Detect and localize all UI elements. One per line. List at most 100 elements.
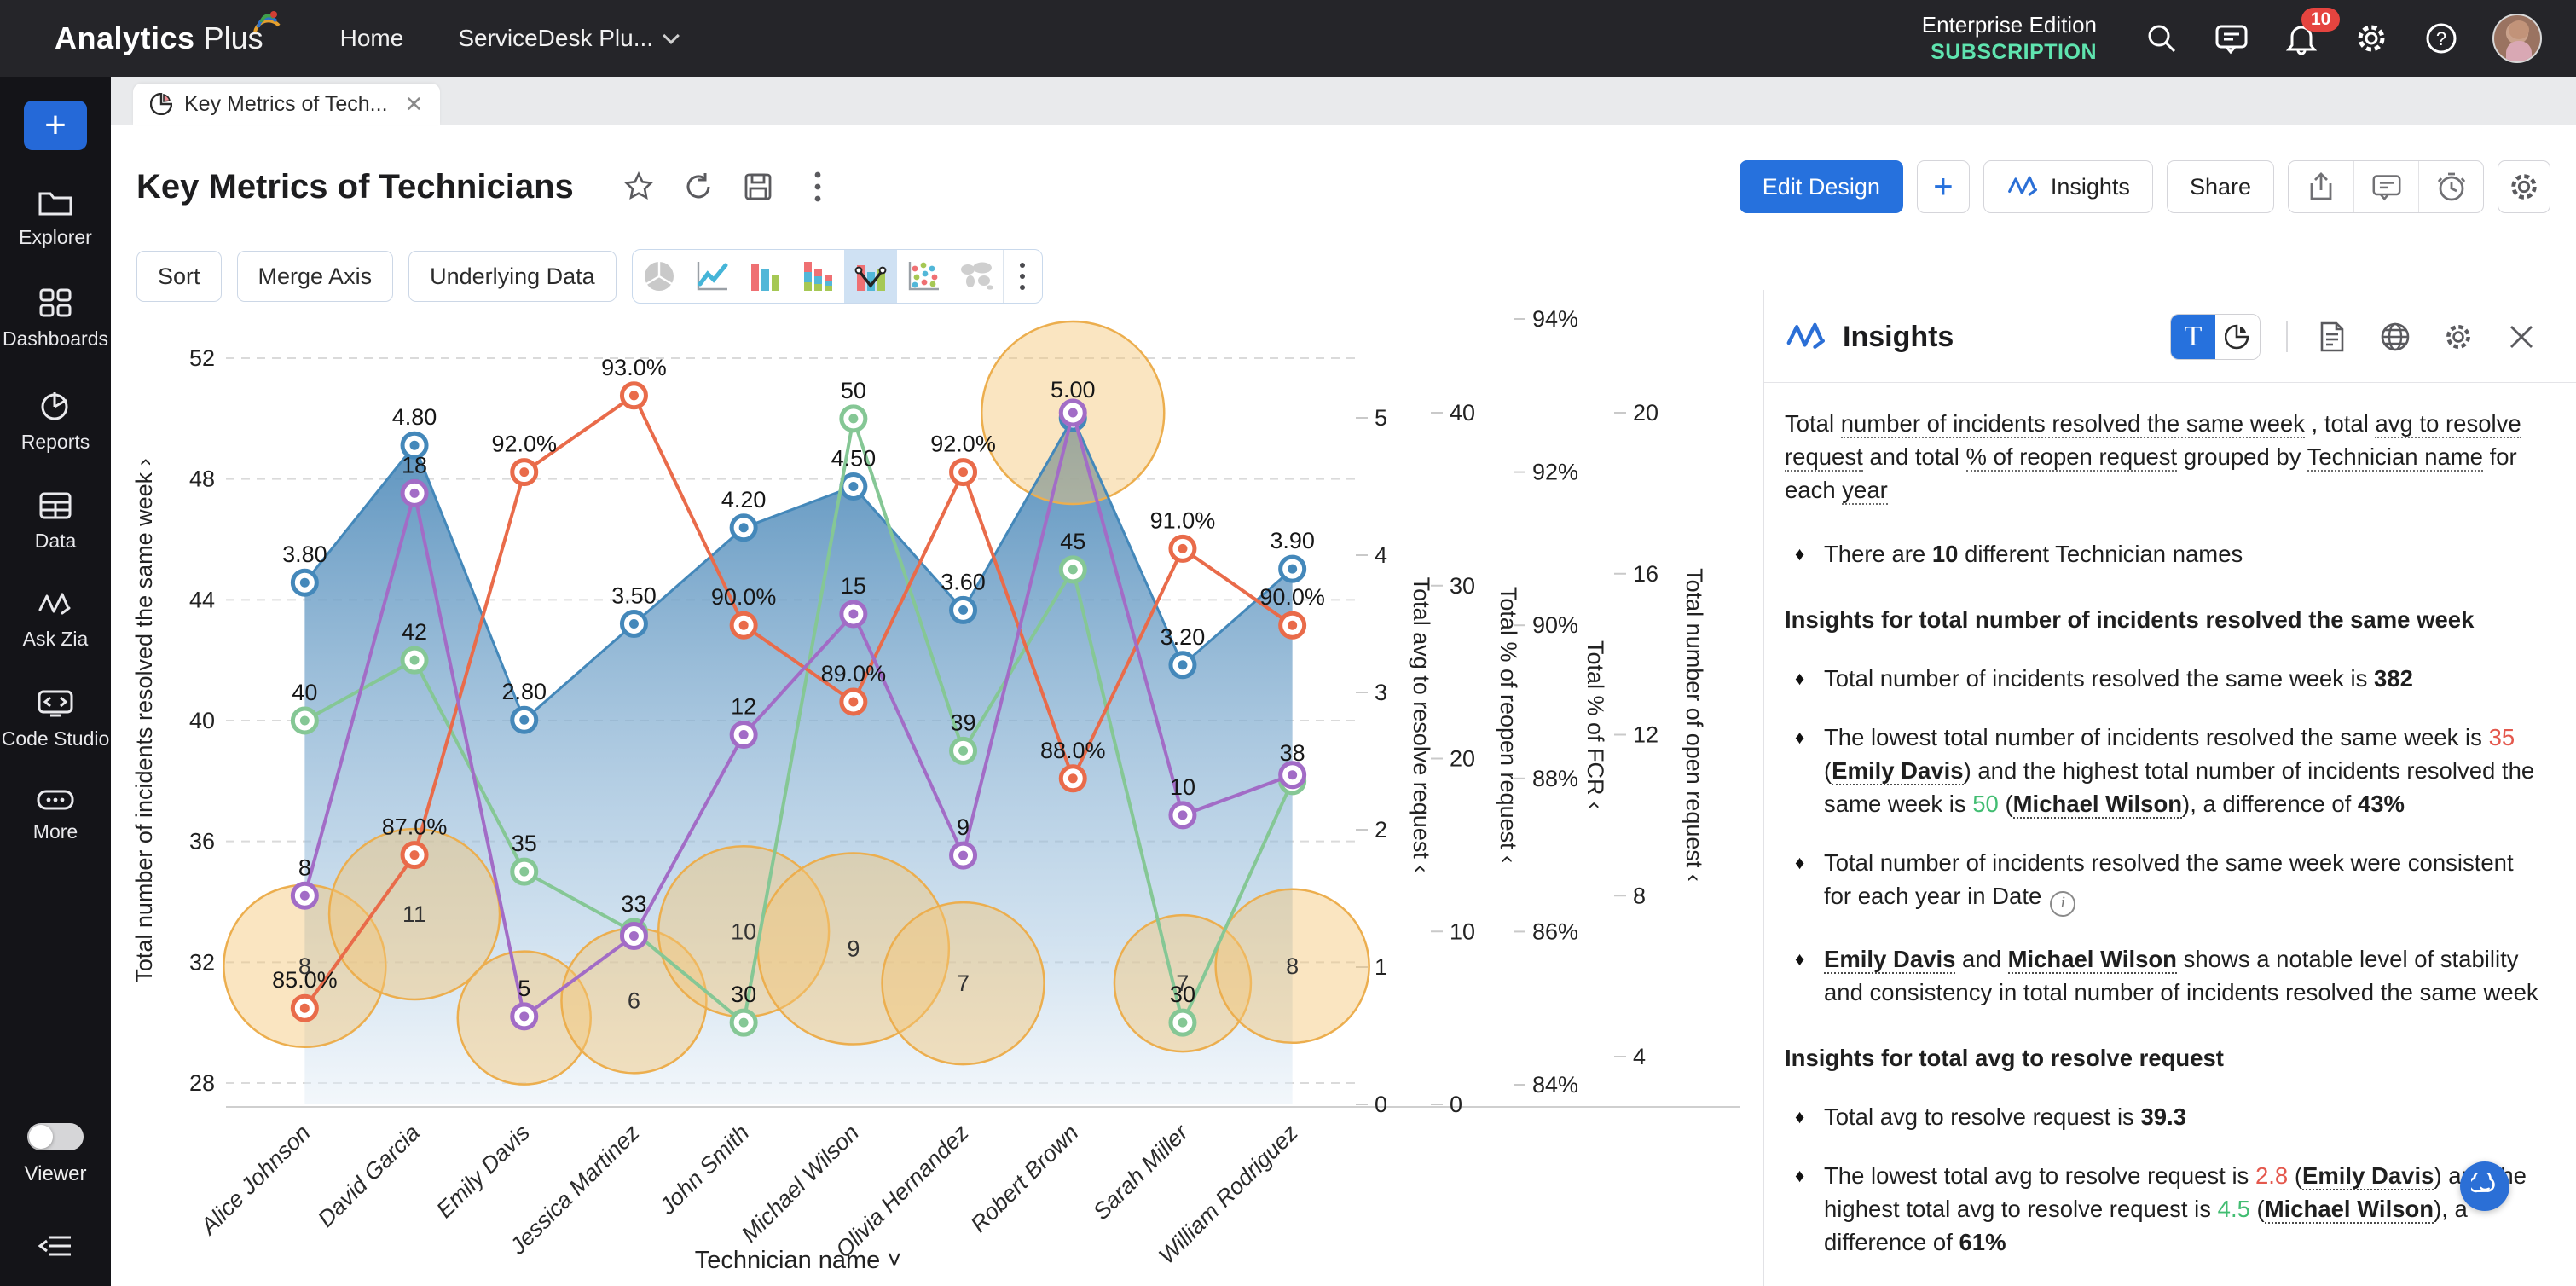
svg-text:88%: 88%	[1532, 766, 1578, 791]
svg-text:2.80: 2.80	[501, 679, 547, 704]
edit-design-button[interactable]: Edit Design	[1740, 160, 1903, 213]
svg-text:0: 0	[1375, 1092, 1387, 1117]
sidebar-item-reports[interactable]: Reports	[1, 389, 110, 455]
svg-text:8: 8	[298, 854, 311, 880]
svg-text:12: 12	[731, 694, 756, 720]
diamond-bullet-icon: ♦	[1785, 537, 1824, 571]
search-icon[interactable]	[2143, 20, 2180, 57]
insights-text-view-button[interactable]: T	[2171, 315, 2215, 359]
analytics-plus-app: Analytics Plus Home ServiceDesk Plu... E…	[0, 0, 2576, 1286]
user-avatar[interactable]	[2492, 14, 2542, 63]
svg-text:48: 48	[189, 466, 215, 492]
table-icon	[38, 491, 72, 520]
svg-text:8: 8	[1633, 883, 1646, 908]
settings-gear-icon[interactable]	[2353, 20, 2390, 57]
sidebar-item-data[interactable]: Data	[1, 491, 110, 553]
svg-text:4: 4	[1633, 1044, 1646, 1069]
x-axis-title[interactable]: Technician name ˅	[695, 1247, 902, 1274]
svg-text:92.0%: 92.0%	[491, 432, 557, 457]
insight-section-heading: Insights for total avg to resolve reques…	[1785, 1041, 2540, 1075]
svg-text:89.0%: 89.0%	[821, 661, 887, 686]
svg-text:5: 5	[518, 976, 530, 1001]
diamond-bullet-icon: ♦	[1785, 846, 1824, 917]
sidebar-item-explorer[interactable]: Explorer	[1, 188, 110, 250]
tab-close-icon[interactable]: ✕	[405, 91, 424, 118]
diamond-bullet-icon: ♦	[1785, 662, 1824, 695]
tab-key-metrics[interactable]: Key Metrics of Tech... ✕	[133, 84, 440, 125]
create-new-button[interactable]: +	[24, 101, 87, 150]
svg-text:90.0%: 90.0%	[711, 584, 777, 610]
share-button[interactable]: Share	[2167, 160, 2274, 213]
svg-text:52: 52	[189, 345, 215, 371]
svg-text:Michael Wilson: Michael Wilson	[737, 1120, 864, 1247]
zia-insights-button[interactable]: Insights	[1983, 160, 2153, 213]
insights-close-icon[interactable]	[2503, 318, 2540, 356]
app-logo[interactable]: Analytics Plus	[55, 20, 263, 56]
notifications-bell-icon[interactable]: 10	[2283, 20, 2320, 57]
svg-text:35: 35	[512, 831, 537, 856]
pie-chart-icon	[38, 389, 72, 421]
help-icon[interactable]: ?	[2423, 20, 2460, 57]
nav-home[interactable]: Home	[340, 25, 404, 52]
insights-language-globe-icon[interactable]	[2376, 318, 2414, 356]
sidebar-item-ask-zia[interactable]: Ask Zia	[1, 591, 110, 652]
comments-icon[interactable]	[2353, 161, 2418, 212]
svg-text:15: 15	[841, 573, 866, 599]
svg-text:30: 30	[731, 982, 756, 1007]
viewer-mode-toggle[interactable]	[27, 1123, 84, 1150]
sidebar-item-dashboards[interactable]: Dashboards	[1, 287, 110, 351]
code-icon	[37, 689, 74, 718]
collapse-sidebar-icon[interactable]	[37, 1232, 74, 1264]
svg-text:6: 6	[628, 988, 640, 1013]
insight-bullet: ♦The lowest total number of incidents re…	[1785, 721, 2540, 820]
sidebar-item-more[interactable]: More	[1, 789, 110, 844]
svg-text:3.80: 3.80	[282, 542, 327, 567]
svg-text:92%: 92%	[1532, 460, 1578, 485]
sidebar-item-code-studio[interactable]: Code Studio	[1, 689, 110, 751]
svg-text:28: 28	[189, 1070, 215, 1096]
notification-badge: 10	[2301, 8, 2340, 32]
insight-bullet: ♦Total avg to resolve request is 39.3	[1785, 1100, 2540, 1133]
edition-label: Enterprise Edition SUBSCRIPTION	[1922, 11, 2097, 66]
svg-text:Total % of reopen request ‹: Total % of reopen request ‹	[1496, 587, 1521, 863]
svg-text:Total avg to resolve request: Total avg to resolve request ‹	[1409, 577, 1434, 873]
svg-text:33: 33	[621, 891, 646, 917]
svg-text:3.90: 3.90	[1270, 528, 1315, 553]
combo-chart-canvas[interactable]: 28323640444852Total number of incidents …	[0, 0, 1763, 1286]
svg-text:4.20: 4.20	[721, 487, 767, 513]
insights-panel: Insights T	[1763, 290, 2576, 1286]
right-axis-0: 012345Total avg to resolve request ‹	[1356, 405, 1434, 1117]
nav-servicedesk-dropdown[interactable]: ServiceDesk Plu...	[458, 25, 677, 52]
svg-text:16: 16	[1633, 561, 1658, 587]
ellipsis-icon	[36, 789, 75, 811]
diamond-bullet-icon: ♦	[1785, 1100, 1824, 1133]
feedback-icon[interactable]	[2213, 20, 2250, 57]
add-button[interactable]: +	[1917, 160, 1970, 213]
svg-text:93.0%: 93.0%	[601, 355, 667, 380]
diamond-bullet-icon: ♦	[1785, 1159, 1824, 1259]
insights-chart-view-button[interactable]	[2215, 315, 2260, 359]
info-icon[interactable]: i	[2050, 891, 2075, 917]
right-axis-2: 84%86%88%90%92%94%Total % of FCR ‹	[1514, 306, 1608, 1098]
svg-text:8: 8	[1286, 953, 1299, 979]
report-settings-gear-icon[interactable]	[2498, 160, 2550, 213]
insight-bullet: ♦Total number of incidents resolved the …	[1785, 846, 2540, 917]
svg-text:4.80: 4.80	[392, 404, 437, 430]
svg-text:92.0%: 92.0%	[930, 432, 996, 457]
svg-text:32: 32	[189, 949, 215, 975]
zia-chat-fab[interactable]	[2460, 1161, 2509, 1211]
svg-text:94%: 94%	[1532, 306, 1578, 332]
logo-text-analytics: Analytics	[55, 20, 195, 56]
insights-settings-gear-icon[interactable]	[2440, 318, 2477, 356]
grid-icon	[38, 287, 72, 318]
svg-text:45: 45	[1060, 529, 1085, 554]
schedule-clock-icon[interactable]	[2418, 161, 2483, 212]
svg-text:86%: 86%	[1532, 918, 1578, 944]
svg-text:7: 7	[1176, 970, 1189, 996]
export-icon[interactable]	[2289, 161, 2353, 212]
svg-text:Total number of open request: Total number of open request ‹	[1682, 568, 1707, 882]
report-tabbar: Key Metrics of Tech... ✕	[111, 77, 2576, 125]
insight-bullet: ♦Emily Davis and Michael Wilson shows a …	[1785, 942, 2540, 1009]
insights-document-icon[interactable]	[2313, 318, 2351, 356]
left-sidebar: + Explorer Dashboards Reports Data Ask Z…	[0, 77, 111, 1286]
